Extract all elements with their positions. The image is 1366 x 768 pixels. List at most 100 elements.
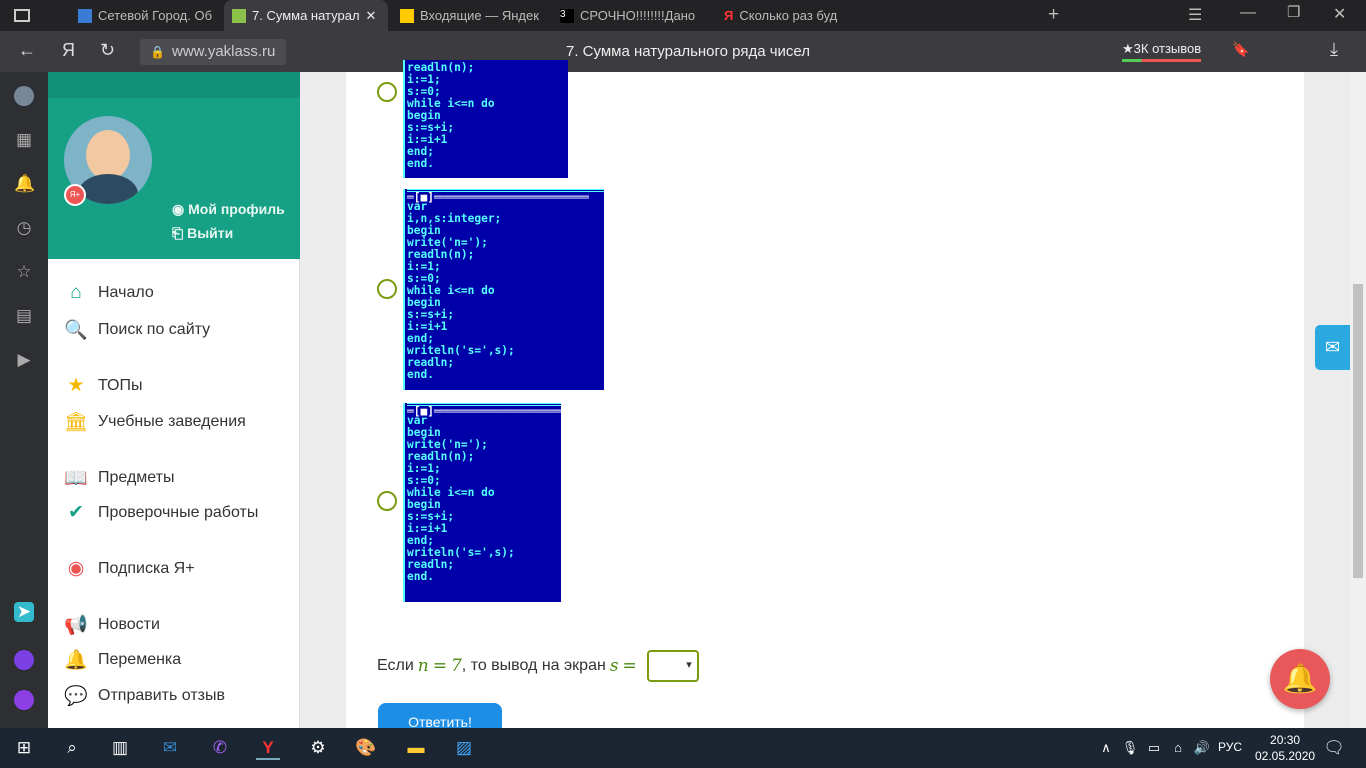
- my-profile-link[interactable]: ◉ Мой профиль: [172, 201, 285, 218]
- code-text: var begin write('n='); readln(n); i:=1; …: [407, 414, 515, 583]
- reviews-button[interactable]: ★3К отзывов: [1122, 41, 1202, 62]
- tab[interactable]: Я Сколько раз буд: [716, 0, 846, 31]
- menu-item-break[interactable]: 🔔 Переменка: [64, 648, 181, 672]
- menu-label: Отправить отзыв: [98, 687, 225, 704]
- option-radio-1[interactable]: [377, 82, 397, 102]
- menu-item-institutions[interactable]: 🏛 Учебные заведения: [64, 410, 246, 434]
- search-icon: 🔍: [64, 320, 88, 341]
- microphone-icon[interactable]: 🎙: [1118, 736, 1142, 760]
- clock[interactable]: 20:30 02.05.2020: [1255, 732, 1315, 764]
- menu-item-home[interactable]: ⌂ Начало: [64, 282, 154, 304]
- tab[interactable]: 3 СРОЧНО!!!!!!!!Дано: [552, 0, 712, 31]
- taskbar: ⊞ ⌕ ▥ ✉ ✆ Y ⚙ 🎨 ▬ ▨ ∧ 🎙 ▭ ⌂ 🔊 РУС 20:30 0…: [0, 728, 1366, 768]
- menu-label: Новости: [98, 616, 160, 633]
- menu-item-tops[interactable]: ★ ТОПы: [64, 374, 142, 397]
- menu-icon[interactable]: ☰: [1188, 5, 1202, 25]
- network-icon[interactable]: ⌂: [1166, 736, 1190, 760]
- restore-button[interactable]: ❐: [1287, 3, 1300, 21]
- minimize-button[interactable]: —: [1240, 4, 1256, 22]
- menu-item-tests[interactable]: ✔ Проверочные работы: [64, 501, 258, 524]
- star-icon[interactable]: ☆: [14, 262, 34, 282]
- video-icon[interactable]: ▶: [14, 350, 34, 370]
- scrollbar-thumb[interactable]: [1353, 284, 1363, 578]
- menu-label: Переменка: [98, 651, 182, 668]
- question-text: Если: [377, 657, 414, 674]
- favicon-icon: [232, 8, 246, 23]
- language-indicator[interactable]: РУС: [1218, 740, 1242, 754]
- browser-sidebar: ▦ 🔔 ◷ ☆ ▤ ▶ ➤: [0, 72, 48, 728]
- tab-active[interactable]: 7. Сумма натурал ✕: [224, 0, 388, 31]
- notifications-icon[interactable]: 🗨: [1322, 736, 1346, 760]
- tab[interactable]: Входящие — Яндек: [392, 0, 542, 31]
- code-text: var i,n,s:integer; begin write('n='); re…: [407, 200, 515, 381]
- notification-bell-button[interactable]: 🔔: [1270, 649, 1330, 709]
- profile-block: Я+ ◉ Мой профиль ⎗ Выйти: [48, 72, 300, 259]
- site-sidebar: Я+ ◉ Мой профиль ⎗ Выйти ⌂ Начало 🔍 Поиск …: [48, 72, 300, 728]
- math-var: n: [417, 656, 429, 676]
- app-icon[interactable]: [14, 650, 34, 670]
- search-icon[interactable]: ⌕: [60, 736, 84, 760]
- tray-chevron-icon[interactable]: ∧: [1094, 736, 1118, 760]
- back-icon[interactable]: ←: [18, 40, 36, 61]
- mail-icon[interactable]: ✉: [1315, 325, 1350, 370]
- tab[interactable]: Сетевой Город. Об: [70, 0, 220, 31]
- menu-label: Поиск по сайту: [98, 321, 211, 338]
- code-image-3: ═[■]═══════════════════ var begin write('…: [403, 403, 561, 602]
- favicon-icon: [78, 8, 92, 23]
- close-window-button[interactable]: ✕: [1333, 4, 1346, 24]
- menu-item-feedback[interactable]: 💬 Отправить отзыв: [64, 684, 225, 708]
- option-radio-3[interactable]: [377, 491, 397, 511]
- tab-label: 7. Сумма натурал: [252, 8, 360, 23]
- alice-icon[interactable]: [14, 690, 34, 710]
- windows-start-icon[interactable]: ⊞: [12, 736, 36, 760]
- yandex-icon[interactable]: Я: [62, 40, 75, 61]
- menu-item-subjects[interactable]: 📖 Предметы: [64, 466, 174, 490]
- logout-label: Выйти: [187, 225, 234, 241]
- bookmark-icon[interactable]: 🔖: [1232, 41, 1249, 58]
- subscription-icon: ◉: [67, 558, 85, 579]
- answer-select[interactable]: [646, 650, 699, 682]
- tab-label: СРОЧНО!!!!!!!!Дано: [580, 8, 696, 23]
- favicon-icon: [400, 8, 414, 23]
- code-header: ═[■]═══════════════════════: [407, 189, 604, 204]
- code-image-2: ═[■]═══════════════════════ var i,n,s:int…: [403, 189, 604, 390]
- reviews-label: ★3К отзывов: [1122, 41, 1202, 56]
- bell-icon[interactable]: 🔔: [14, 174, 35, 194]
- tab-bar: Сетевой Город. Об 7. Сумма натурал ✕ Вход…: [0, 0, 1366, 31]
- question-line: Если n = 7 , то вывод на экран s =: [377, 650, 699, 682]
- url-field[interactable]: 🔒 www.yaklass.ru: [140, 39, 286, 65]
- mail-app-icon[interactable]: ✉: [158, 736, 182, 760]
- paint-icon[interactable]: 🎨: [354, 736, 378, 760]
- viber-icon[interactable]: ✆: [208, 736, 232, 760]
- lock-icon: 🔒: [150, 45, 165, 59]
- history-icon[interactable]: ◷: [14, 218, 34, 238]
- apps-icon[interactable]: ▦: [14, 130, 34, 150]
- logout-link[interactable]: ⎗ Выйти: [172, 225, 233, 242]
- date: 02.05.2020: [1255, 749, 1316, 763]
- yandex-browser-icon[interactable]: Y: [256, 736, 280, 760]
- settings-icon[interactable]: ⚙: [306, 736, 330, 760]
- tabs-overview-icon[interactable]: [14, 9, 30, 22]
- reload-icon[interactable]: ↻: [100, 40, 115, 61]
- menu-label: Учебные заведения: [98, 413, 246, 430]
- menu-item-news[interactable]: 📢 Новости: [64, 613, 160, 637]
- option-radio-2[interactable]: [377, 279, 397, 299]
- math-eq: =: [432, 656, 447, 676]
- explorer-icon[interactable]: ▬: [404, 736, 428, 760]
- messenger-icon[interactable]: ➤: [14, 602, 34, 622]
- book-icon: 📖: [64, 468, 88, 489]
- url-text: www.yaklass.ru: [172, 43, 276, 60]
- menu-item-subscription[interactable]: ◉ Подписка Я+: [64, 557, 195, 580]
- battery-icon[interactable]: ▭: [1142, 736, 1166, 760]
- collections-icon[interactable]: ▤: [14, 306, 34, 326]
- avatar[interactable]: [14, 86, 34, 106]
- photos-icon[interactable]: ▨: [452, 736, 476, 760]
- menu-item-search[interactable]: 🔍 Поиск по сайту: [64, 318, 210, 342]
- download-icon[interactable]: ⤓: [1330, 39, 1338, 60]
- time: 20:30: [1270, 733, 1301, 747]
- close-icon[interactable]: ✕: [366, 8, 377, 24]
- volume-icon[interactable]: 🔊: [1190, 736, 1214, 760]
- question-text: , то вывод на экран: [461, 657, 606, 674]
- new-tab-button[interactable]: +: [1048, 4, 1059, 26]
- task-view-icon[interactable]: ▥: [108, 736, 132, 760]
